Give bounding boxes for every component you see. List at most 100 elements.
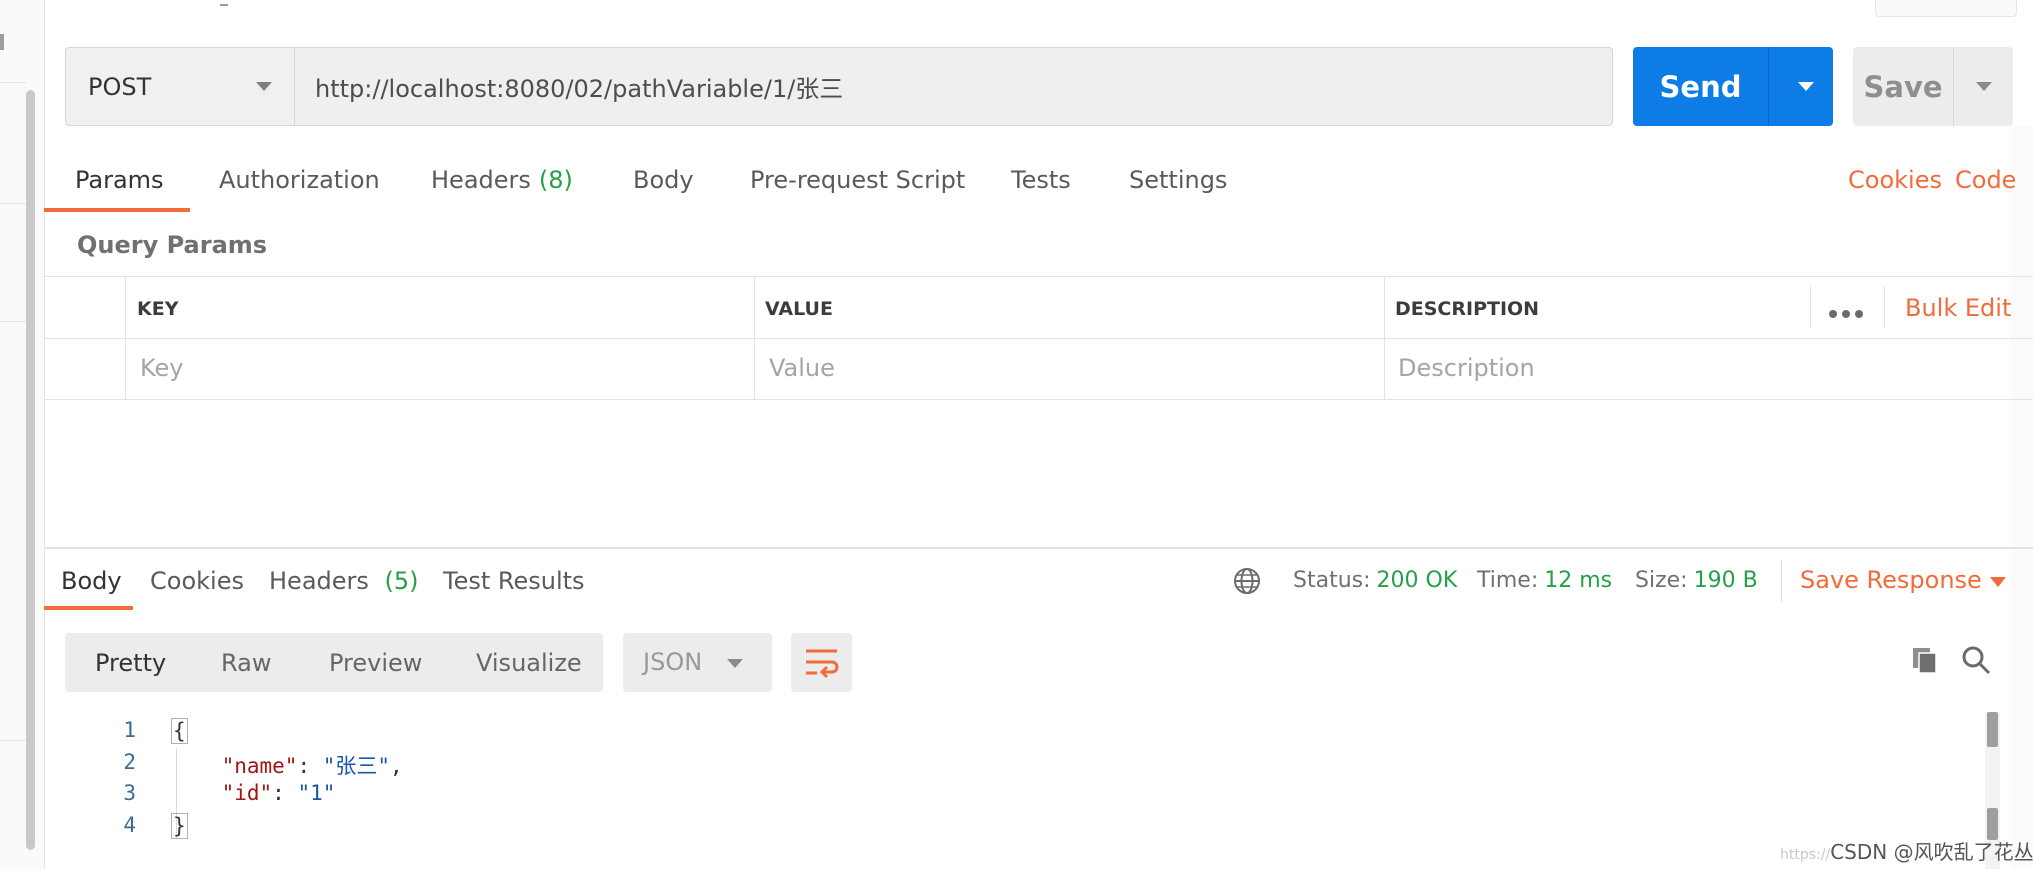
response-tab-headers-label: Headers [269,567,369,595]
code-line: { [171,718,188,744]
send-options-chevron-icon[interactable] [1778,47,1833,126]
cookies-link[interactable]: Cookies [1848,166,1942,194]
format-label: JSON [643,648,703,676]
save-response-button[interactable]: Save Response [1800,566,1982,594]
column-header-description: DESCRIPTION [1395,298,1540,320]
sidebar-collapsed [0,0,45,869]
search-icon[interactable] [1961,645,1991,675]
watermark-faint: https:// [1780,847,1831,863]
table-divider [1884,286,1885,328]
json-value: "张三" [322,754,391,778]
tab-pre-request-script[interactable]: Pre-request Script [750,160,965,212]
view-raw[interactable]: Raw [221,633,271,692]
chevron-down-icon [727,659,743,668]
tab-headers-count: (8) [538,166,573,194]
top-toolbar-fragment [1875,0,2017,17]
chevron-down-icon [256,82,272,91]
status-label: Status: [1293,568,1371,593]
size-label: Size: [1635,568,1688,593]
table-divider [1810,286,1811,328]
code-scrollbar-thumb[interactable] [1987,712,1998,747]
save-button[interactable]: Save [1853,47,1953,126]
tab-body[interactable]: Body [633,160,694,212]
line-number: 3 [123,781,136,805]
time-value: 12 ms [1544,568,1613,593]
json-value: "1" [297,781,336,805]
value-input[interactable]: Value [769,354,835,382]
size-value: 190 B [1693,568,1758,593]
active-tab-indicator [44,208,190,212]
key-input[interactable]: Key [140,354,184,382]
sidebar-divider [0,740,26,741]
response-tab-cookies[interactable]: Cookies [150,567,244,595]
line-number: 2 [123,750,136,774]
tab-tests[interactable]: Tests [1011,160,1071,212]
save-options-chevron-icon[interactable] [1954,47,2013,126]
sidebar-divider [0,82,26,83]
line-number: 4 [123,813,136,837]
active-response-tab-indicator [44,606,133,610]
wrap-lines-icon [806,649,839,679]
tab-settings[interactable]: Settings [1129,160,1227,212]
table-divider [125,276,126,399]
response-tab-headers-count: (5) [384,567,419,595]
response-tab-test-results[interactable]: Test Results [443,567,585,595]
send-divider [1768,47,1769,126]
code-line: "name": "张三", [221,754,403,778]
send-button[interactable]: Send [1633,47,1768,126]
time-readout: Time: 12 ms [1477,568,1612,593]
send-button-group: Send [1633,47,1833,126]
tab-headers[interactable]: Headers (8) [431,160,573,212]
column-header-value: VALUE [765,298,833,320]
time-label: Time: [1477,568,1539,593]
close-brace: } [171,813,188,839]
top-edge-fragment [220,0,228,6]
column-header-key: KEY [137,298,179,320]
response-body-code[interactable]: 1 2 3 4 { "name": "张三", "id": "1" } [44,710,2004,869]
open-brace: { [171,718,188,744]
sidebar-scrollbar[interactable] [26,90,35,850]
code-line: } [171,813,188,839]
table-divider [1384,276,1385,399]
response-tab-headers[interactable]: Headers (5) [269,567,419,595]
table-border [44,338,2033,339]
sidebar-divider [0,321,26,322]
watermark: https://CSDN @风吹乱了花丛 [1780,836,2033,865]
save-response-chevron-icon[interactable] [1990,577,2006,587]
url-text: http://localhost:8080/02/pathVariable/1/… [315,75,844,103]
globe-icon[interactable] [1232,566,1262,596]
json-key: "id" [221,781,273,805]
view-visualize[interactable]: Visualize [476,633,582,692]
table-divider [754,276,755,399]
line-number: 1 [123,718,136,742]
copy-icon[interactable] [1910,645,1940,675]
right-edge-panel [2011,126,2033,869]
format-select[interactable]: JSON [623,633,772,692]
status-readout: Status: 200 OK [1293,568,1457,593]
description-input[interactable]: Description [1398,354,1535,382]
size-readout: Size: 190 B [1635,568,1758,593]
wrap-lines-button[interactable] [791,633,852,692]
url-input[interactable]: http://localhost:8080/02/pathVariable/1/… [295,47,1613,126]
save-button-group: Save [1853,47,2013,126]
bulk-edit-link[interactable]: Bulk Edit [1905,294,2011,322]
status-value: 200 OK [1376,568,1458,593]
sidebar-divider [0,203,26,204]
watermark-text: CSDN @风吹乱了花丛 [1830,840,2033,864]
code-link[interactable]: Code [1955,166,2016,194]
more-options-icon[interactable] [1829,310,1863,320]
code-line: "id": "1" [221,781,336,805]
status-separator [1781,560,1782,602]
tab-params[interactable]: Params [75,160,164,212]
view-pretty[interactable]: Pretty [95,633,166,692]
tab-headers-label: Headers [431,166,531,194]
tab-authorization[interactable]: Authorization [219,160,380,212]
table-border [44,276,2033,277]
view-preview[interactable]: Preview [329,633,422,692]
json-key: "name" [221,754,298,778]
method-select[interactable]: POST [65,47,295,126]
method-label: POST [88,72,152,101]
response-divider[interactable] [44,547,2033,549]
table-border [44,399,2033,400]
response-tab-body[interactable]: Body [61,567,122,595]
